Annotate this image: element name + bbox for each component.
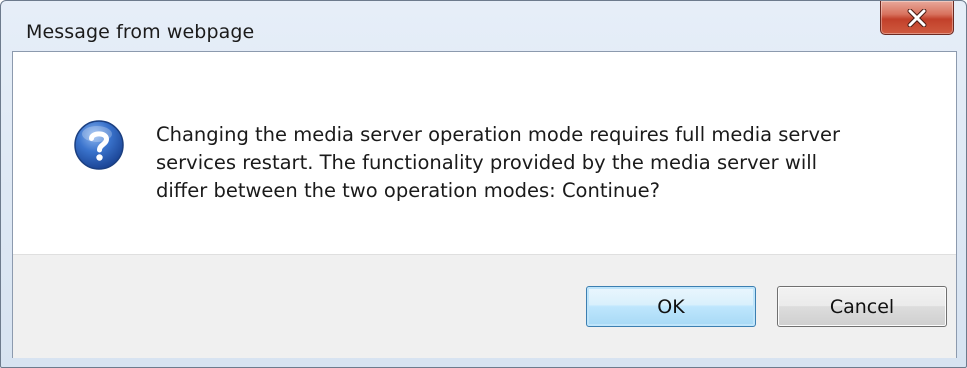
message-line: differ between the two operation modes: … [156, 179, 660, 202]
message-text: Changing the media server operation mode… [156, 121, 916, 205]
dialog-title: Message from webpage [26, 21, 255, 43]
button-bar: OK Cancel [13, 254, 956, 358]
cancel-button[interactable]: Cancel [777, 286, 947, 327]
message-line: services restart. The functionality prov… [156, 151, 818, 174]
dialog-body: Changing the media server operation mode… [12, 51, 957, 358]
dialog-window: Message from webpage Changing the media … [0, 0, 967, 368]
ok-button[interactable]: OK [586, 286, 756, 327]
message-line: Changing the media server operation mode… [156, 123, 841, 146]
close-icon [907, 8, 927, 27]
title-bar[interactable]: Message from webpage [1, 1, 966, 49]
message-area: Changing the media server operation mode… [13, 52, 956, 254]
question-icon [74, 120, 124, 170]
close-button[interactable] [880, 1, 954, 35]
